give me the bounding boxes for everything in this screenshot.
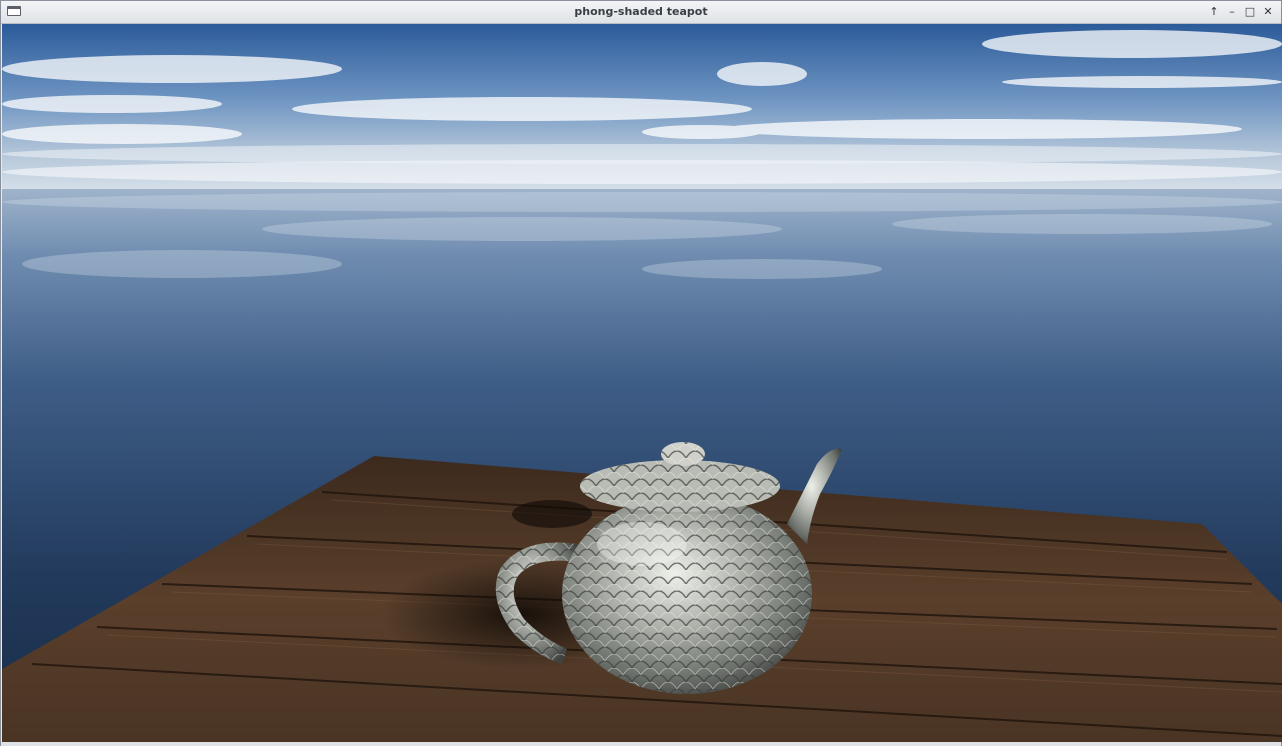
application-window: phong-shaded teapot ↑ – □ ✕ (0, 0, 1282, 746)
minimize-icon[interactable]: – (1224, 4, 1240, 20)
window-titlebar[interactable]: phong-shaded teapot ↑ – □ ✕ (1, 1, 1281, 24)
window-title: phong-shaded teapot (574, 5, 708, 18)
maximize-icon[interactable]: □ (1242, 4, 1258, 20)
arrow-up-icon[interactable]: ↑ (1206, 4, 1222, 20)
teapot-scene (2, 24, 1282, 742)
close-icon[interactable]: ✕ (1260, 4, 1276, 20)
window-bottom-border (1, 742, 1281, 746)
render-viewport[interactable] (2, 24, 1282, 742)
